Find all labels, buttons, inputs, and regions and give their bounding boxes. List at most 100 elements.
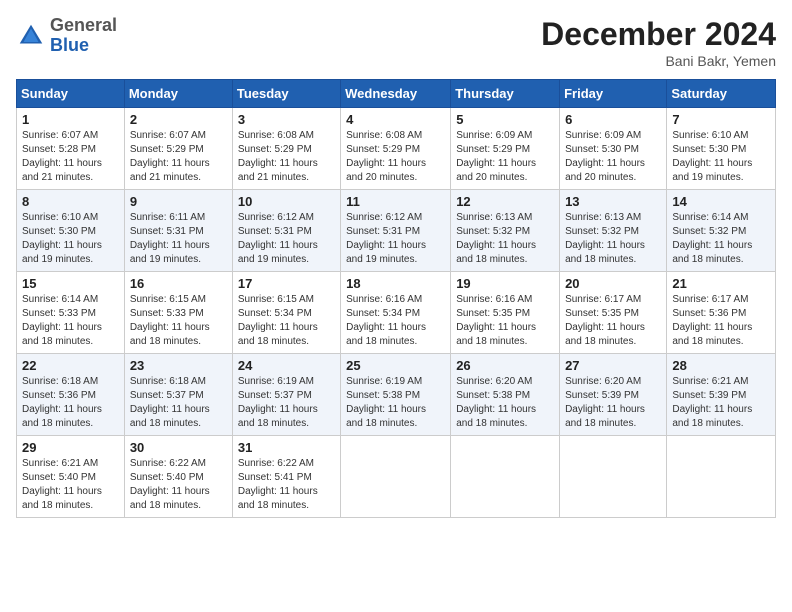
day-info: Sunrise: 6:19 AM Sunset: 5:38 PM Dayligh…	[346, 375, 445, 431]
sunset-label: Sunset: 5:29 PM	[238, 144, 312, 155]
sunrise-label: Sunrise: 6:19 AM	[346, 376, 422, 387]
location: Bani Bakr, Yemen	[541, 53, 776, 69]
sunset-label: Sunset: 5:28 PM	[22, 144, 96, 155]
sunrise-label: Sunrise: 6:18 AM	[130, 376, 206, 387]
daylight-label: Daylight: 11 hours and 21 minutes.	[22, 158, 102, 183]
day-info: Sunrise: 6:12 AM Sunset: 5:31 PM Dayligh…	[346, 211, 445, 267]
col-sunday: Sunday	[17, 80, 125, 108]
daylight-label: Daylight: 11 hours and 18 minutes.	[565, 322, 645, 347]
day-info: Sunrise: 6:16 AM Sunset: 5:34 PM Dayligh…	[346, 293, 445, 349]
logo-blue: Blue	[50, 36, 117, 56]
sunset-label: Sunset: 5:31 PM	[346, 226, 420, 237]
day-number: 13	[565, 194, 661, 209]
sunset-label: Sunset: 5:40 PM	[22, 472, 96, 483]
daylight-label: Daylight: 11 hours and 18 minutes.	[238, 486, 318, 511]
day-number: 29	[22, 440, 119, 455]
day-number: 19	[456, 276, 554, 291]
daylight-label: Daylight: 11 hours and 19 minutes.	[672, 158, 752, 183]
day-info: Sunrise: 6:10 AM Sunset: 5:30 PM Dayligh…	[22, 211, 119, 267]
page-header: General Blue December 2024 Bani Bakr, Ye…	[16, 16, 776, 69]
daylight-label: Daylight: 11 hours and 18 minutes.	[130, 322, 210, 347]
table-row: 2 Sunrise: 6:07 AM Sunset: 5:29 PM Dayli…	[124, 108, 232, 190]
sunset-label: Sunset: 5:29 PM	[346, 144, 420, 155]
daylight-label: Daylight: 11 hours and 18 minutes.	[456, 240, 536, 265]
calendar-week-1: 1 Sunrise: 6:07 AM Sunset: 5:28 PM Dayli…	[17, 108, 776, 190]
sunset-label: Sunset: 5:37 PM	[130, 390, 204, 401]
logo-icon	[16, 21, 46, 51]
table-row: 26 Sunrise: 6:20 AM Sunset: 5:38 PM Dayl…	[451, 354, 560, 436]
daylight-label: Daylight: 11 hours and 18 minutes.	[238, 404, 318, 429]
daylight-label: Daylight: 11 hours and 18 minutes.	[456, 322, 536, 347]
table-row: 23 Sunrise: 6:18 AM Sunset: 5:37 PM Dayl…	[124, 354, 232, 436]
day-number: 24	[238, 358, 335, 373]
table-row	[667, 436, 776, 518]
sunrise-label: Sunrise: 6:10 AM	[22, 212, 98, 223]
sunrise-label: Sunrise: 6:13 AM	[456, 212, 532, 223]
day-info: Sunrise: 6:16 AM Sunset: 5:35 PM Dayligh…	[456, 293, 554, 349]
day-number: 23	[130, 358, 227, 373]
table-row: 13 Sunrise: 6:13 AM Sunset: 5:32 PM Dayl…	[560, 190, 667, 272]
day-info: Sunrise: 6:18 AM Sunset: 5:37 PM Dayligh…	[130, 375, 227, 431]
daylight-label: Daylight: 11 hours and 18 minutes.	[672, 322, 752, 347]
table-row: 20 Sunrise: 6:17 AM Sunset: 5:35 PM Dayl…	[560, 272, 667, 354]
calendar-table: Sunday Monday Tuesday Wednesday Thursday…	[16, 79, 776, 518]
day-number: 22	[22, 358, 119, 373]
sunrise-label: Sunrise: 6:17 AM	[672, 294, 748, 305]
table-row: 3 Sunrise: 6:08 AM Sunset: 5:29 PM Dayli…	[232, 108, 340, 190]
day-info: Sunrise: 6:13 AM Sunset: 5:32 PM Dayligh…	[456, 211, 554, 267]
table-row: 1 Sunrise: 6:07 AM Sunset: 5:28 PM Dayli…	[17, 108, 125, 190]
sunrise-label: Sunrise: 6:17 AM	[565, 294, 641, 305]
sunset-label: Sunset: 5:32 PM	[672, 226, 746, 237]
daylight-label: Daylight: 11 hours and 18 minutes.	[346, 322, 426, 347]
day-number: 18	[346, 276, 445, 291]
logo: General Blue	[16, 16, 117, 56]
col-monday: Monday	[124, 80, 232, 108]
day-number: 20	[565, 276, 661, 291]
table-row: 19 Sunrise: 6:16 AM Sunset: 5:35 PM Dayl…	[451, 272, 560, 354]
day-info: Sunrise: 6:14 AM Sunset: 5:32 PM Dayligh…	[672, 211, 770, 267]
day-number: 5	[456, 112, 554, 127]
col-friday: Friday	[560, 80, 667, 108]
day-number: 6	[565, 112, 661, 127]
table-row: 27 Sunrise: 6:20 AM Sunset: 5:39 PM Dayl…	[560, 354, 667, 436]
logo-general: General	[50, 16, 117, 36]
day-number: 27	[565, 358, 661, 373]
day-info: Sunrise: 6:11 AM Sunset: 5:31 PM Dayligh…	[130, 211, 227, 267]
sunset-label: Sunset: 5:40 PM	[130, 472, 204, 483]
day-info: Sunrise: 6:19 AM Sunset: 5:37 PM Dayligh…	[238, 375, 335, 431]
sunset-label: Sunset: 5:30 PM	[672, 144, 746, 155]
day-number: 15	[22, 276, 119, 291]
day-info: Sunrise: 6:07 AM Sunset: 5:29 PM Dayligh…	[130, 129, 227, 185]
daylight-label: Daylight: 11 hours and 19 minutes.	[238, 240, 318, 265]
sunrise-label: Sunrise: 6:15 AM	[238, 294, 314, 305]
day-info: Sunrise: 6:18 AM Sunset: 5:36 PM Dayligh…	[22, 375, 119, 431]
col-thursday: Thursday	[451, 80, 560, 108]
table-row: 24 Sunrise: 6:19 AM Sunset: 5:37 PM Dayl…	[232, 354, 340, 436]
day-info: Sunrise: 6:15 AM Sunset: 5:34 PM Dayligh…	[238, 293, 335, 349]
table-row: 4 Sunrise: 6:08 AM Sunset: 5:29 PM Dayli…	[341, 108, 451, 190]
sunrise-label: Sunrise: 6:19 AM	[238, 376, 314, 387]
sunrise-label: Sunrise: 6:09 AM	[456, 130, 532, 141]
table-row: 14 Sunrise: 6:14 AM Sunset: 5:32 PM Dayl…	[667, 190, 776, 272]
col-saturday: Saturday	[667, 80, 776, 108]
daylight-label: Daylight: 11 hours and 18 minutes.	[672, 404, 752, 429]
sunrise-label: Sunrise: 6:08 AM	[238, 130, 314, 141]
table-row: 18 Sunrise: 6:16 AM Sunset: 5:34 PM Dayl…	[341, 272, 451, 354]
daylight-label: Daylight: 11 hours and 19 minutes.	[22, 240, 102, 265]
day-info: Sunrise: 6:20 AM Sunset: 5:38 PM Dayligh…	[456, 375, 554, 431]
sunset-label: Sunset: 5:32 PM	[565, 226, 639, 237]
sunset-label: Sunset: 5:41 PM	[238, 472, 312, 483]
sunrise-label: Sunrise: 6:07 AM	[130, 130, 206, 141]
daylight-label: Daylight: 11 hours and 18 minutes.	[130, 404, 210, 429]
calendar-week-4: 22 Sunrise: 6:18 AM Sunset: 5:36 PM Dayl…	[17, 354, 776, 436]
daylight-label: Daylight: 11 hours and 18 minutes.	[22, 486, 102, 511]
day-number: 9	[130, 194, 227, 209]
day-info: Sunrise: 6:12 AM Sunset: 5:31 PM Dayligh…	[238, 211, 335, 267]
sunrise-label: Sunrise: 6:20 AM	[565, 376, 641, 387]
col-tuesday: Tuesday	[232, 80, 340, 108]
sunrise-label: Sunrise: 6:20 AM	[456, 376, 532, 387]
sunrise-label: Sunrise: 6:10 AM	[672, 130, 748, 141]
sunset-label: Sunset: 5:39 PM	[565, 390, 639, 401]
day-number: 17	[238, 276, 335, 291]
day-number: 16	[130, 276, 227, 291]
